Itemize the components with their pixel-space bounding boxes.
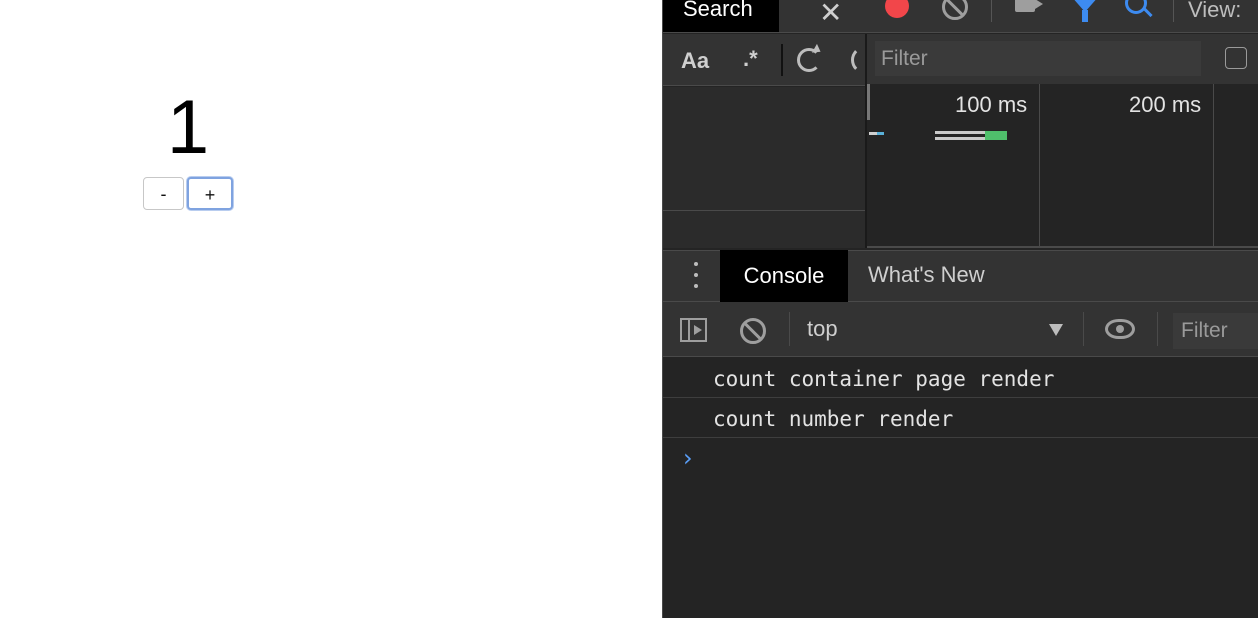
toolbar-divider <box>1173 0 1174 22</box>
timeline-request-bar <box>935 137 985 140</box>
toolbar-divider <box>781 44 783 76</box>
timeline-request-bar <box>985 131 1007 140</box>
toolbar-divider <box>1083 312 1084 346</box>
timeline-cursor <box>867 84 870 120</box>
filter-icon[interactable] <box>1071 0 1099 22</box>
decrement-button[interactable]: - <box>143 177 184 210</box>
timeline-tick-label: 200 ms <box>1129 92 1202 117</box>
refresh-icon[interactable] <box>797 48 821 72</box>
timeline-gridline <box>1213 84 1214 246</box>
close-icon[interactable]: ✕ <box>819 0 842 29</box>
sidebar-toggle-icon[interactable] <box>680 318 707 342</box>
match-case-button[interactable]: Aa <box>681 48 709 74</box>
clear-console-icon[interactable] <box>740 318 766 344</box>
count-display: 1 <box>166 85 210 170</box>
toolbar-divider <box>991 0 992 22</box>
tab-search[interactable]: Search <box>663 0 779 32</box>
page-content: 1 - + <box>0 0 662 618</box>
search-status-pane <box>663 211 865 248</box>
console-message: count container page render <box>663 358 1258 398</box>
console-filter-input[interactable] <box>1173 313 1258 349</box>
chevron-down-icon[interactable] <box>1049 324 1063 336</box>
eye-icon[interactable] <box>1105 319 1135 339</box>
toolbar-divider <box>789 312 790 346</box>
toolbar-divider <box>1157 312 1158 346</box>
camera-icon[interactable] <box>1015 0 1043 12</box>
filter-checkbox[interactable] <box>1225 47 1247 69</box>
tab-whats-new[interactable]: What's New <box>868 262 985 288</box>
console-message: count number render <box>663 398 1258 438</box>
context-selector[interactable]: top <box>807 316 838 342</box>
view-label: View: <box>1188 0 1242 22</box>
regex-button[interactable]: .* <box>743 46 758 72</box>
timeline-tick-label: 100 ms <box>955 92 1028 117</box>
more-options-icon[interactable] <box>694 262 699 292</box>
tab-console[interactable]: Console <box>720 250 848 302</box>
network-filter-input[interactable] <box>875 41 1201 76</box>
devtools-panel: Search ✕ View: Aa .* 100 ms 200 ms Conso… <box>662 0 1258 618</box>
timeline-gridline <box>1039 84 1040 246</box>
timeline-request-bar <box>869 132 877 135</box>
increment-button[interactable]: + <box>187 177 233 210</box>
console-prompt-icon[interactable]: › <box>683 444 693 472</box>
search-results-pane <box>663 87 865 211</box>
